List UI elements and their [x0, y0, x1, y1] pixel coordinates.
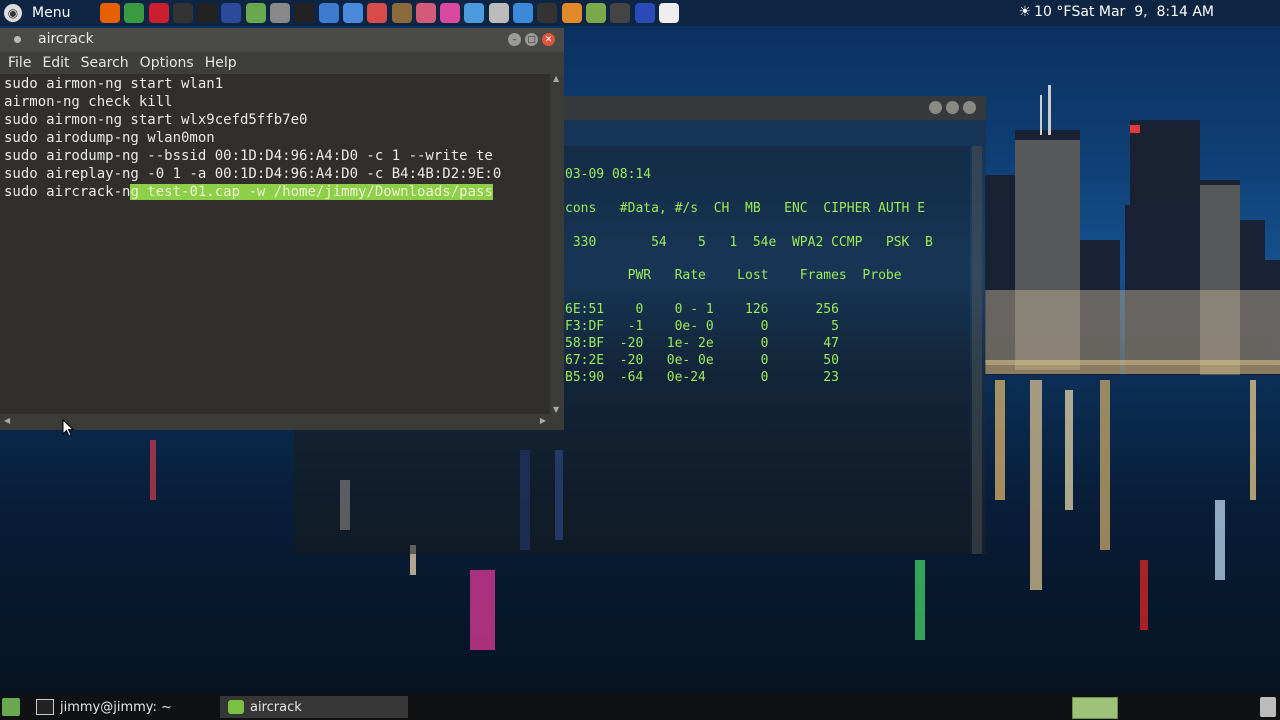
monitor-icon[interactable] — [537, 3, 558, 23]
terminal-icon — [36, 699, 54, 715]
menu-search[interactable]: Search — [81, 55, 129, 71]
info-icon[interactable] — [270, 3, 291, 23]
network-icon[interactable] — [585, 3, 606, 23]
mfe-icon[interactable] — [634, 3, 655, 23]
airodump-line: PWR Rate Lost Frames Probe — [565, 268, 902, 283]
taskbar-label: jimmy@jimmy: ~ — [60, 699, 172, 715]
trash-icon[interactable] — [1260, 697, 1276, 717]
close-icon[interactable] — [963, 101, 976, 114]
opera-icon[interactable] — [148, 3, 169, 23]
text-line-last: sudo aircrack-ng test-01.cap -w /home/ji… — [4, 183, 493, 201]
chrome-icon[interactable] — [124, 3, 145, 23]
window-title: aircrack — [38, 31, 94, 47]
bottom-panel: jimmy@jimmy: ~ aircrack — [0, 694, 1280, 720]
dots-icon[interactable] — [172, 3, 193, 23]
color-picker-icon[interactable] — [415, 3, 436, 23]
taskbar-item-terminal[interactable]: jimmy@jimmy: ~ — [28, 696, 218, 718]
text-line: sudo airodump-ng --bssid 00:1D:D4:96:A4:… — [4, 148, 493, 164]
workspace-switcher[interactable] — [1072, 697, 1118, 719]
unselected-text: sudo aircrack-n — [4, 184, 131, 200]
show-desktop-icon[interactable] — [2, 698, 20, 716]
taskbar-label: aircrack — [250, 699, 302, 715]
clock-area[interactable]: ☀ 10 °F Sat Mar 9, 8:14 AM — [1019, 4, 1214, 20]
mint-logo-icon: ◉ — [4, 4, 22, 22]
airodump-line: B5:90 -64 0e-24 0 23 — [565, 370, 839, 385]
airodump-line: 03-09 08:14 — [565, 167, 652, 182]
maximize-icon[interactable]: □ — [525, 33, 538, 46]
airodump-line: F3:DF -1 0e- 0 0 5 — [565, 319, 839, 334]
terminal-icon[interactable] — [294, 3, 315, 23]
window-titlebar[interactable]: aircrack – □ ✕ — [0, 28, 564, 52]
aircrack-text-window[interactable]: aircrack – □ ✕ File Edit Search Options … — [0, 28, 564, 430]
scroll-up-icon[interactable]: ▲ — [553, 74, 559, 83]
firefox-icon[interactable] — [100, 3, 120, 23]
window-menu-icon[interactable] — [14, 36, 21, 43]
sun-icon: ☀ — [1018, 4, 1032, 20]
minimize-icon[interactable]: – — [508, 33, 521, 46]
settings-icon[interactable] — [318, 3, 339, 23]
audio-icon[interactable] — [440, 3, 461, 23]
panel-launchers — [100, 3, 683, 23]
text-line: sudo aireplay-ng -0 1 -a 00:1D:D4:96:A4:… — [4, 166, 502, 182]
folder-icon[interactable] — [245, 3, 266, 23]
airodump-line: cons #Data, #/s CH MB ENC CIPHER AUTH E — [565, 201, 926, 216]
close-icon[interactable]: ✕ — [542, 33, 555, 46]
mouse-pointer-icon — [62, 419, 74, 437]
airodump-line: 6E:51 0 0 - 1 126 256 — [565, 302, 839, 317]
menu-file[interactable]: File — [8, 55, 31, 71]
weather-cloud-icon[interactable] — [658, 3, 679, 23]
scroll-right-icon[interactable]: ▶ — [540, 416, 546, 425]
selected-text: g test-01.cap -w /home/jimmy/Downloads/p… — [130, 184, 493, 200]
menu-options[interactable]: Options — [140, 55, 194, 71]
maximize-icon[interactable] — [946, 101, 959, 114]
horizontal-scrollbar[interactable]: ◀ ▶ — [0, 414, 550, 428]
shield-icon[interactable] — [221, 3, 242, 23]
airodump-line: 67:2E -20 0e- 0e 0 50 — [565, 353, 839, 368]
airodump-line: 330 54 5 1 54e WPA2 CCMP PSK B — [565, 235, 933, 250]
sublime-icon[interactable] — [561, 3, 582, 23]
weather-temperature: 10 °F — [1034, 4, 1072, 20]
vertical-scrollbar[interactable]: ▲ ▼ — [550, 74, 564, 414]
chart-icon[interactable] — [513, 3, 534, 23]
text-line: sudo airodump-ng wlan0mon — [4, 130, 215, 146]
menu-label: Menu — [32, 5, 71, 21]
calculator-icon[interactable] — [391, 3, 412, 23]
menu-button[interactable]: ◉ Menu — [4, 2, 70, 24]
bird-icon[interactable] — [610, 3, 631, 23]
scroll-down-icon[interactable]: ▼ — [553, 405, 559, 414]
text-line: airmon-ng check kill — [4, 94, 173, 110]
text-line: sudo airmon-ng start wlx9cefd5ffb7e0 — [4, 112, 308, 128]
taskbar-item-aircrack[interactable]: aircrack — [220, 696, 408, 718]
amazon-icon[interactable] — [197, 3, 218, 23]
menu-edit[interactable]: Edit — [42, 55, 69, 71]
text-editor-icon — [228, 700, 244, 714]
scroll-left-icon[interactable]: ◀ — [4, 416, 10, 425]
back-window-scrollbar[interactable] — [972, 146, 982, 554]
menu-help[interactable]: Help — [205, 55, 237, 71]
datetime: Sat Mar 9, 8:14 AM — [1071, 4, 1214, 20]
window-icon[interactable] — [464, 3, 485, 23]
menubar: File Edit Search Options Help — [0, 52, 564, 74]
spreadsheet-icon[interactable] — [488, 3, 509, 23]
minimize-icon[interactable] — [929, 101, 942, 114]
flag-icon[interactable] — [367, 3, 388, 23]
brush-icon[interactable] — [342, 3, 363, 23]
text-line: sudo airmon-ng start wlan1 — [4, 76, 224, 92]
airodump-line: 58:BF -20 1e- 2e 0 47 — [565, 336, 839, 351]
top-panel: ◉ Menu ☀ 10 °F Sat Mar 9, 8:14 AM — [0, 0, 1280, 26]
text-area[interactable]: sudo airmon-ng start wlan1 airmon-ng che… — [0, 74, 550, 414]
